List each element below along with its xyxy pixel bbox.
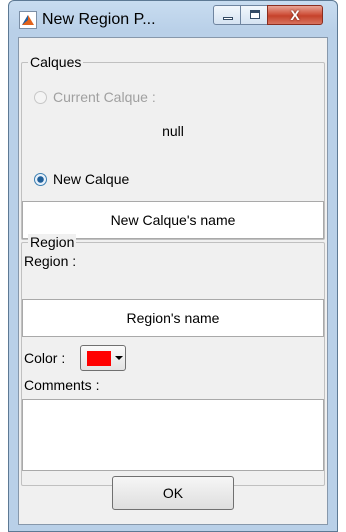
region-label: Region : [24, 253, 77, 269]
region-group-title: Region [28, 234, 77, 250]
new-calque-label: New Calque [53, 171, 130, 187]
dialog-window: New Region P... X Calques Current Calque… [8, 0, 338, 532]
dialog-content: Calques Current Calque : null New Calque… [18, 37, 328, 525]
chevron-down-icon [115, 356, 123, 360]
current-calque-label: Current Calque : [53, 89, 156, 105]
calques-group-title: Calques [28, 54, 84, 70]
current-calque-value: null [162, 123, 184, 139]
comments-textarea[interactable] [22, 399, 324, 471]
radio-selected-icon [34, 172, 47, 186]
matlab-app-icon [19, 11, 37, 29]
color-picker-button[interactable] [80, 345, 126, 371]
region-name-input[interactable]: Region's name [22, 299, 324, 337]
close-icon: X [290, 7, 300, 23]
new-calque-radio[interactable]: New Calque [34, 171, 129, 187]
ok-button[interactable]: OK [112, 476, 234, 510]
color-swatch [87, 351, 111, 366]
radio-button-icon [34, 90, 47, 104]
maximize-button[interactable] [240, 5, 268, 25]
calques-group: Calques Current Calque : null New Calque… [21, 54, 325, 240]
current-calque-radio[interactable]: Current Calque : [34, 89, 156, 105]
region-group: Region Region : Region's name Color : Co… [21, 234, 325, 486]
minimize-button[interactable] [213, 5, 241, 25]
window-title: New Region P... [42, 11, 156, 28]
title-bar[interactable]: New Region P... X [9, 1, 337, 37]
close-button[interactable]: X [267, 5, 323, 25]
color-label: Color : [24, 350, 66, 366]
comments-label: Comments : [24, 377, 100, 393]
